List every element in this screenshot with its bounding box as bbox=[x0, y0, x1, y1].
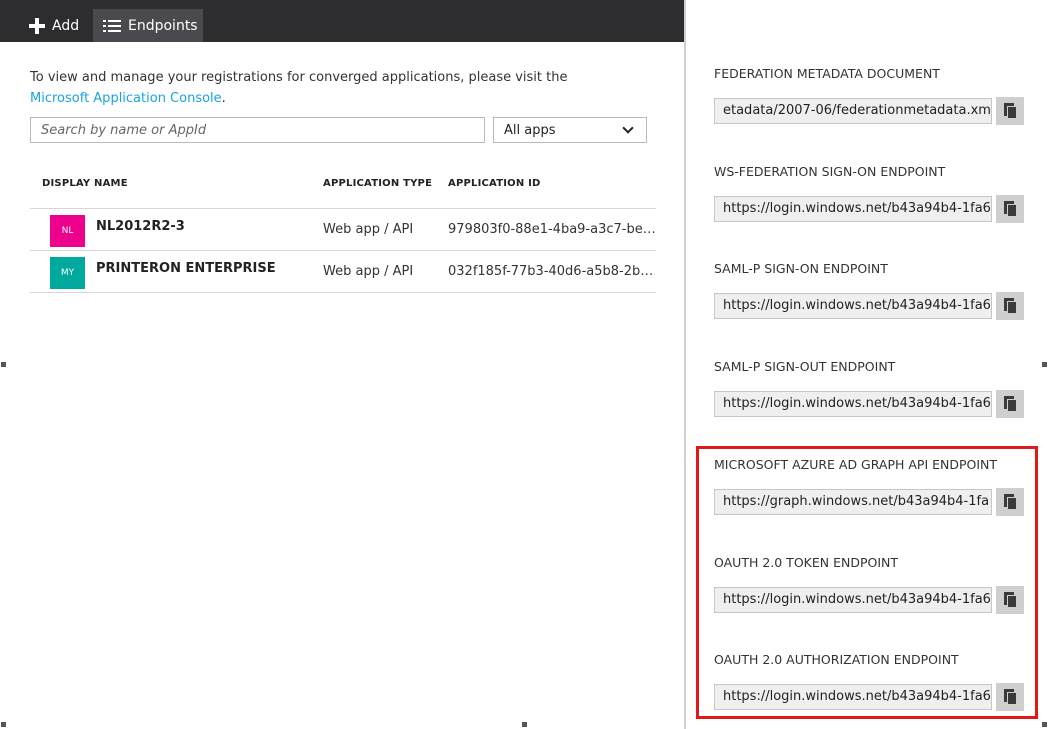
app-type: Web app / API bbox=[323, 264, 414, 279]
resize-handle bbox=[1, 362, 6, 367]
intro-message: To view and manage your registrations fo… bbox=[30, 70, 568, 85]
intro-text: To view and manage your registrations fo… bbox=[30, 67, 630, 109]
command-bar: Add Endpoints bbox=[0, 0, 684, 42]
chevron-down-icon bbox=[622, 121, 634, 134]
endpoint-url-field[interactable]: https://login.windows.net/b43a94b4-1fa6 bbox=[714, 293, 992, 319]
resize-handle bbox=[522, 722, 527, 727]
plus-icon bbox=[28, 17, 46, 35]
column-header-display-name[interactable]: DISPLAY NAME bbox=[42, 178, 128, 189]
app-registrations-blade: Add Endpoints To view and manage your re… bbox=[0, 0, 684, 729]
intro-suffix: . bbox=[221, 91, 226, 106]
app-id: 979803f0-88e1-4ba9-a3c7-be2... bbox=[448, 222, 656, 237]
copy-icon[interactable] bbox=[996, 97, 1024, 125]
endpoint-url-field[interactable]: https://login.windows.net/b43a94b4-1fa6 bbox=[714, 391, 992, 417]
column-header-application-type[interactable]: APPLICATION TYPE bbox=[323, 178, 432, 189]
endpoint-label: SAML-P SIGN-OUT ENDPOINT bbox=[714, 359, 896, 374]
copy-icon[interactable] bbox=[996, 292, 1024, 320]
list-icon bbox=[103, 19, 121, 33]
endpoint-url-field[interactable]: https://login.windows.net/b43a94b4-1fa6 bbox=[714, 196, 992, 222]
application-console-link[interactable]: Microsoft Application Console bbox=[30, 91, 222, 106]
table-row[interactable]: NL NL2012R2-3 Web app / API 979803f0-88e… bbox=[30, 209, 656, 251]
search-input[interactable] bbox=[30, 117, 485, 143]
table-row[interactable]: MY PRINTERON ENTERPRISE Web app / API 03… bbox=[30, 251, 656, 293]
resize-handle bbox=[1, 722, 6, 727]
copy-icon[interactable] bbox=[996, 195, 1024, 223]
app-display-name: PRINTERON ENTERPRISE bbox=[96, 261, 276, 276]
highlight-box bbox=[696, 446, 1038, 719]
row-divider bbox=[30, 292, 656, 293]
column-header-application-id[interactable]: APPLICATION ID bbox=[448, 178, 541, 189]
app-type: Web app / API bbox=[323, 222, 414, 237]
app-display-name: NL2012R2-3 bbox=[96, 219, 185, 234]
app-filter-value: All apps bbox=[504, 122, 556, 138]
resize-handle bbox=[1042, 362, 1047, 367]
resize-handle bbox=[1042, 722, 1047, 727]
add-button[interactable]: Add bbox=[28, 9, 90, 42]
endpoint-url-field[interactable]: etadata/2007-06/federationmetadata.xml bbox=[714, 98, 992, 124]
app-id: 032f185f-77b3-40d6-a5b8-2bc... bbox=[448, 264, 656, 279]
endpoints-button-label: Endpoints bbox=[128, 17, 198, 34]
avatar: NL bbox=[50, 215, 85, 247]
add-button-label: Add bbox=[52, 17, 80, 34]
endpoints-button[interactable]: Endpoints bbox=[93, 9, 203, 42]
app-filter-select[interactable]: All apps bbox=[493, 117, 647, 143]
avatar: MY bbox=[50, 257, 85, 289]
endpoint-label: WS-FEDERATION SIGN-ON ENDPOINT bbox=[714, 164, 946, 179]
endpoint-label: FEDERATION METADATA DOCUMENT bbox=[714, 66, 940, 81]
copy-icon[interactable] bbox=[996, 390, 1024, 418]
endpoint-label: SAML-P SIGN-ON ENDPOINT bbox=[714, 261, 888, 276]
